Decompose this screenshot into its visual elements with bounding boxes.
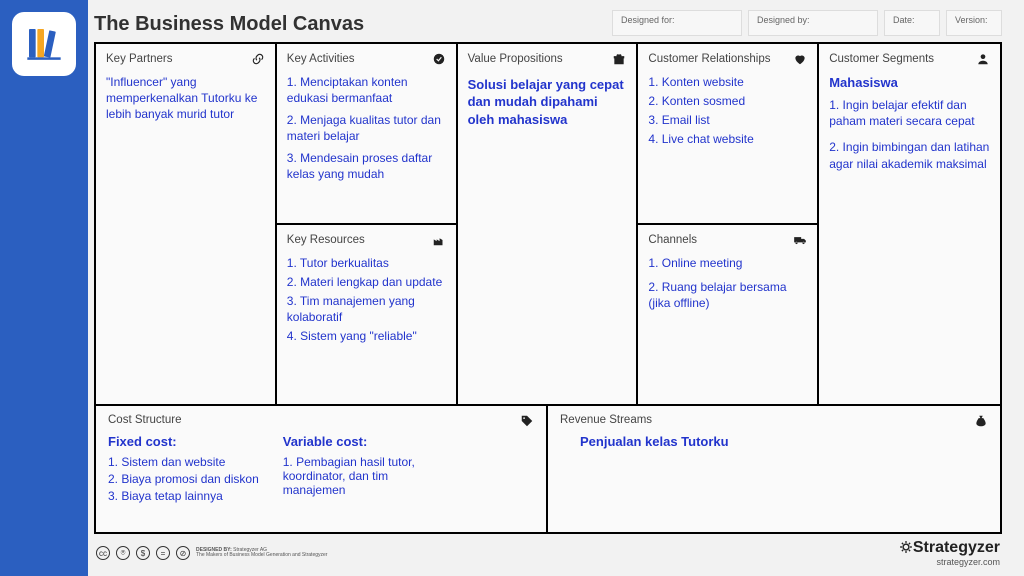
channels-list: 1. Online meeting 2. Ruang belajar bersa… <box>648 255 807 312</box>
variable-cost-label: Variable cost: <box>283 434 453 449</box>
nd-icon: = <box>156 546 170 560</box>
tag-icon <box>520 414 534 428</box>
list-item: 1. Online meeting <box>648 255 807 271</box>
partners-body: "Influencer" yang memperkenalkan Tutorku… <box>106 74 265 123</box>
col-activities-resources: Key Activities 1. Menciptakan konten edu… <box>277 44 458 404</box>
list-item: 2. Biaya promosi dan diskon <box>108 472 259 486</box>
list-item: 1. Konten website <box>648 74 807 90</box>
meta-fields: Designed for: Designed by: Date: Version… <box>612 10 1002 36</box>
cell-key-resources: Key Resources 1. Tutor berkualitas 2. Ma… <box>277 223 456 404</box>
fixed-cost-label: Fixed cost: <box>108 434 259 449</box>
cell-cost-structure: Cost Structure Fixed cost: 1. Sistem dan… <box>96 406 548 532</box>
cell-key-activities: Key Activities 1. Menciptakan konten edu… <box>277 44 456 223</box>
segments-heading: Mahasiswa <box>829 74 990 92</box>
list-item: 4. Sistem yang "reliable" <box>287 328 446 344</box>
license-block: cc ⍟ $ = ⊘ DESIGNED BY: Strategyzer AG T… <box>96 546 327 560</box>
list-item: 3. Mendesain proses daftar kelas yang mu… <box>287 150 446 182</box>
col-relationships-channels: Customer Relationships 1. Konten website… <box>638 44 819 404</box>
canvas-stage: The Business Model Canvas Designed for: … <box>88 0 1024 576</box>
revenue-body: Penjualan kelas Tutorku <box>580 434 988 449</box>
cell-key-partners: Key Partners "Influencer" yang memperken… <box>96 44 275 404</box>
person-icon <box>976 52 990 66</box>
cell-customer-segments: Customer Segments Mahasiswa 1. Ingin bel… <box>819 44 1000 404</box>
gear-icon <box>899 540 913 554</box>
topbar: The Business Model Canvas Designed for: … <box>94 10 1002 36</box>
list-item: 3. Tim manajemen yang kolaboratif <box>287 293 446 325</box>
list-item: 2. Ingin bimbingan dan latihan agar nila… <box>829 139 990 171</box>
canvas-upper: Key Partners "Influencer" yang memperken… <box>96 44 1000 404</box>
brand-name: Strategyzer <box>913 539 1000 556</box>
cost-variable: Variable cost: 1. Pembagian hasil tutor,… <box>283 434 453 506</box>
footer: cc ⍟ $ = ⊘ DESIGNED BY: Strategyzer AG T… <box>94 534 1002 568</box>
list-item: 2. Konten sosmed <box>648 93 807 109</box>
cell-customer-relationships: Customer Relationships 1. Konten website… <box>638 44 817 223</box>
canvas-lower: Cost Structure Fixed cost: 1. Sistem dan… <box>96 404 1000 532</box>
gift-icon <box>612 52 626 66</box>
col-partners: Key Partners "Influencer" yang memperken… <box>96 44 277 404</box>
resources-list: 1. Tutor berkualitas 2. Materi lengkap d… <box>287 255 446 345</box>
footer-tagline: The Makers of Business Model Generation … <box>196 553 327 559</box>
list-item: 2. Menjaga kualitas tutor dan materi bel… <box>287 112 446 144</box>
cell-title: Value Propositions <box>468 52 563 68</box>
list-item: 1. Pembagian hasil tutor, koordinator, d… <box>283 455 453 497</box>
relationships-list: 1. Konten website 2. Konten sosmed 3. Em… <box>648 74 807 148</box>
list-item: 3. Email list <box>648 112 807 128</box>
list-item: 1. Menciptakan konten edukasi bermanfaat <box>287 74 446 106</box>
cell-title: Cost Structure <box>108 414 182 426</box>
activities-list: 1. Menciptakan konten edukasi bermanfaat… <box>287 74 446 183</box>
bmc-canvas: Key Partners "Influencer" yang memperken… <box>94 42 1002 534</box>
col-segments: Customer Segments Mahasiswa 1. Ingin bel… <box>819 44 1000 404</box>
meta-version[interactable]: Version: <box>946 10 1002 36</box>
app-logo <box>12 12 76 76</box>
segments-list: 1. Ingin belajar efektif dan paham mater… <box>829 97 990 172</box>
list-item: 2. Ruang belajar bersama (jika offline) <box>648 279 807 311</box>
strategyzer-logo: Strategyzer <box>899 539 1000 557</box>
cell-value-propositions: Value Propositions Solusi belajar yang c… <box>458 44 637 404</box>
books-icon <box>24 24 64 64</box>
factory-icon <box>432 233 446 247</box>
meta-designed-for[interactable]: Designed for: <box>612 10 742 36</box>
sa-icon: $ <box>136 546 150 560</box>
page-title: The Business Model Canvas <box>94 13 364 36</box>
cell-title: Key Partners <box>106 52 172 68</box>
list-item: 1. Tutor berkualitas <box>287 255 446 271</box>
license-text: DESIGNED BY: Strategyzer AG The Makers o… <box>196 548 327 559</box>
link-icon <box>251 52 265 66</box>
cell-title: Revenue Streams <box>560 414 652 426</box>
list-item: 1. Sistem dan website <box>108 455 259 469</box>
nc-icon: ⊘ <box>176 546 190 560</box>
by-icon: ⍟ <box>116 546 130 560</box>
cost-fixed: Fixed cost: 1. Sistem dan website 2. Bia… <box>108 434 259 506</box>
list-item: 3. Biaya tetap lainnya <box>108 489 259 503</box>
meta-date[interactable]: Date: <box>884 10 940 36</box>
cell-title: Channels <box>648 233 697 249</box>
brand: Strategyzer strategyzer.com <box>899 539 1000 567</box>
check-circle-icon <box>432 52 446 66</box>
cell-title: Key Activities <box>287 52 355 68</box>
brand-url: strategyzer.com <box>899 557 1000 567</box>
cell-title: Customer Segments <box>829 52 934 68</box>
variable-cost-list: 1. Pembagian hasil tutor, koordinator, d… <box>283 455 453 497</box>
value-body: Solusi belajar yang cepat dan mudah dipa… <box>468 76 627 129</box>
moneybag-icon <box>974 414 988 428</box>
truck-icon <box>793 233 807 247</box>
meta-designed-by[interactable]: Designed by: <box>748 10 878 36</box>
fixed-cost-list: 1. Sistem dan website 2. Biaya promosi d… <box>108 455 259 503</box>
left-strip <box>0 0 88 576</box>
list-item: 2. Materi lengkap dan update <box>287 274 446 290</box>
cell-revenue-streams: Revenue Streams Penjualan kelas Tutorku <box>548 406 1000 532</box>
heart-icon <box>793 52 807 66</box>
list-item: 4. Live chat website <box>648 131 807 147</box>
cell-channels: Channels 1. Online meeting 2. Ruang bela… <box>638 223 817 404</box>
cc-icon: cc <box>96 546 110 560</box>
col-value: Value Propositions Solusi belajar yang c… <box>458 44 639 404</box>
cell-title: Customer Relationships <box>648 52 770 68</box>
list-item: 1. Ingin belajar efektif dan paham mater… <box>829 97 990 129</box>
cell-title: Key Resources <box>287 233 365 249</box>
